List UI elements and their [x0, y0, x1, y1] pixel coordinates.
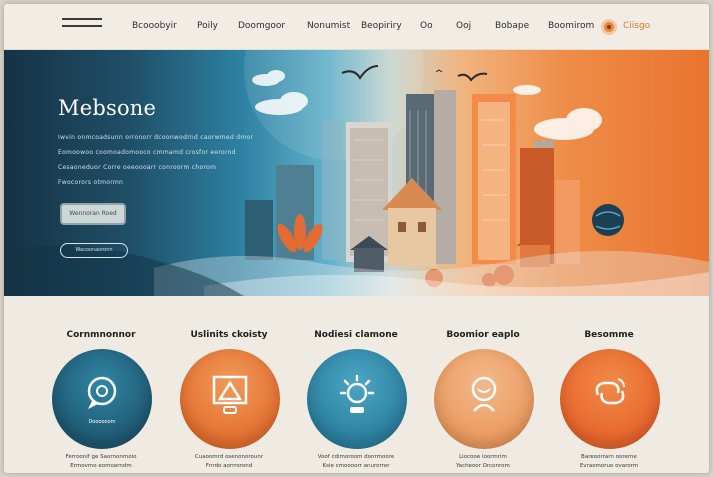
page: Bcooobyir Poily Doomgoor Nonumist Beopir… — [4, 4, 709, 473]
sun-icon — [339, 374, 375, 413]
circle-icon — [601, 19, 617, 35]
nav-link-5[interactable]: Beopiriry — [361, 21, 402, 31]
hero-text-line: Fwocorors otmormn — [58, 179, 124, 186]
nav-link-8[interactable]: Bobape — [495, 21, 529, 31]
nav-link-1[interactable]: Bcooobyir — [132, 21, 177, 31]
feature-card-3: Nodiesi clamone Voof cdimoroom donrmoore… — [291, 296, 421, 473]
nav-link-2[interactable]: Poily — [197, 21, 218, 31]
feature-title: Nodiesi clamone — [314, 330, 398, 340]
nav-cta-label: Ciisgo — [623, 21, 651, 31]
city-illustration — [4, 50, 709, 296]
feature-circle-button[interactable] — [560, 349, 660, 449]
feature-desc: Cuaoomrd osenonorounr — [194, 454, 264, 460]
chat-bubble-icon — [87, 376, 117, 409]
feature-desc: Voof cdimoroom donrmoore — [317, 454, 395, 460]
feature-circle-button[interactable] — [180, 349, 280, 449]
feature-caption: Doooooom — [88, 419, 116, 425]
link-icon — [595, 378, 625, 405]
hero-text-line: Iwvin onmcoadsunn orronorr dcoonwodrnd c… — [58, 134, 254, 141]
feature-desc: Ksie cmoooorr anurorrer — [322, 463, 390, 469]
feature-title: Uslinits ckoisty — [190, 330, 268, 340]
globe-icon — [592, 204, 624, 236]
nav-link-7[interactable]: Ooj — [456, 21, 471, 31]
nav-link-6[interactable]: Oo — [420, 21, 433, 31]
feature-card-1: Cornmnonnor Doooooom Ferroonif ge Saorno… — [36, 296, 166, 473]
nav-link-3[interactable]: Doomgoor — [238, 21, 285, 31]
frame-icon — [212, 375, 248, 414]
feature-card-2: Uslinits ckoisty Cuaoomrd osenonorounr F… — [164, 296, 294, 473]
hero-primary-button[interactable]: Wennoran Roed — [60, 203, 126, 225]
hero-title: Mebsone — [58, 96, 157, 120]
feature-circle-button[interactable] — [307, 349, 407, 449]
feature-desc: Yacheoor Orconrom — [456, 463, 510, 469]
feature-desc: Fnrdo aorrrorond — [205, 463, 253, 469]
feature-desc: Evraomoruo ovarorm — [579, 463, 639, 469]
nav-link-4[interactable]: Nonumist — [307, 21, 350, 31]
hero-banner: Mebsone Iwvin onmcoadsunn orronorr dcoon… — [4, 50, 709, 296]
feature-desc: Ferroonif ge Saornonmoio — [65, 454, 137, 460]
feature-circle-button[interactable] — [434, 349, 534, 449]
nav-link-9[interactable]: Boomirom — [548, 21, 594, 31]
top-nav: Bcooobyir Poily Doomgoor Nonumist Beopir… — [4, 4, 709, 50]
features-section: Cornmnonnor Doooooom Ferroonif ge Saorno… — [4, 296, 709, 473]
hero-text-line: Cesaoneduor Corre oeeoooarr conroorm cho… — [58, 164, 217, 171]
feature-title: Besomme — [584, 330, 634, 340]
feature-desc: Bareoorrarn oorerne — [581, 454, 637, 460]
feature-desc: Liocooe ioormrim — [459, 454, 507, 460]
person-icon — [471, 376, 497, 412]
feature-title: Cornmnonnor — [66, 330, 136, 340]
hero-secondary-button[interactable]: Wacoonaoronn — [60, 243, 128, 258]
feature-card-5: Besomme Bareoorrarn oorerne Evraomoruo o… — [544, 296, 674, 473]
feature-circle-button[interactable]: Doooooom — [52, 349, 152, 449]
feature-desc: Ermovmo eomoarndm — [70, 463, 132, 469]
feature-card-4: Boomior eaplo Liocooe ioormrim Yacheoor … — [418, 296, 548, 473]
feature-title: Boomior eaplo — [446, 330, 520, 340]
hamburger-menu-icon[interactable] — [62, 18, 102, 36]
hero-text-line: Eomoowoo coomoadomooco cmmamd crosfor ee… — [58, 149, 236, 156]
